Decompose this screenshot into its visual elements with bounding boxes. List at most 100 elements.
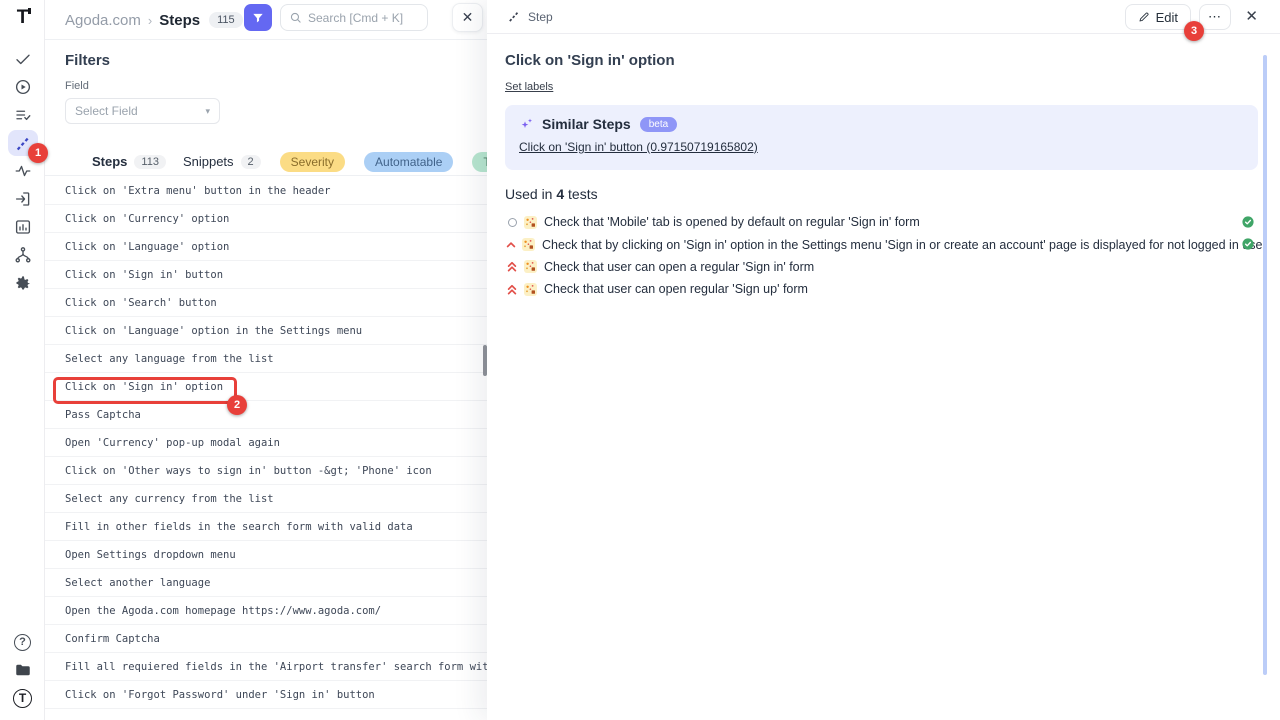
used-in-count: 4 <box>556 186 564 202</box>
step-list-item[interactable]: Select any currency from the list <box>45 485 487 513</box>
tab-snippets-count-badge: 2 <box>241 155 261 169</box>
similar-step-link[interactable]: Click on 'Sign in' button (0.97150719165… <box>519 140 758 154</box>
field-select-dropdown[interactable]: Select Field ▾ <box>65 98 220 124</box>
filter-button[interactable] <box>244 4 272 31</box>
activity-pulse-icon <box>14 162 32 180</box>
used-in-suffix: tests <box>568 186 598 202</box>
step-list-item[interactable]: Click on 'Forgot Password' under 'Sign i… <box>45 681 487 709</box>
beta-badge: beta <box>640 117 677 132</box>
breadcrumb: Agoda.com › Steps 115 <box>65 0 243 40</box>
test-list-item[interactable]: Check that user can open a regular 'Sign… <box>505 256 1258 278</box>
import-icon <box>14 190 32 208</box>
tab-steps[interactable]: Steps <box>92 154 127 169</box>
step-detail-panel: Step Edit ⋯ ✕ Click on 'Sign in' option … <box>487 0 1280 720</box>
step-list-item[interactable]: Click on 'Search' button <box>45 289 487 317</box>
filters-title: Filters <box>65 52 487 69</box>
step-list-item[interactable]: Click on 'Extra menu' button in the head… <box>45 177 487 205</box>
step-list-item[interactable]: Open Settings dropdown menu <box>45 541 487 569</box>
toolbar: Agoda.com › Steps 115 ✕ <box>45 0 487 40</box>
funnel-icon <box>251 11 265 25</box>
step-list-item[interactable]: Fill in other fields in the search form … <box>45 513 487 541</box>
search-icon <box>289 11 302 24</box>
steps-list: Click on 'Extra menu' button in the head… <box>45 177 487 720</box>
test-title: Check that by clicking on 'Sign in' opti… <box>542 238 1267 252</box>
filters-section: Filters Field Select Field ▾ <box>45 40 487 124</box>
list-check-icon <box>14 106 32 124</box>
test-title: Check that user can open regular 'Sign u… <box>544 282 808 296</box>
annotation-badge-3: 3 <box>1184 21 1204 41</box>
panel-body: Click on 'Sign in' option Set labels Sim… <box>487 34 1280 301</box>
sidebar-item-settings[interactable] <box>0 269 45 297</box>
edit-button-label: Edit <box>1156 10 1178 25</box>
step-list-item[interactable]: Click on 'Other ways to sign in' button … <box>45 457 487 485</box>
field-select-value: Select Field <box>75 104 138 118</box>
passed-status-icon <box>1242 238 1254 250</box>
step-list-item[interactable]: Click on 'Sign in' option <box>45 373 487 401</box>
step-title: Click on 'Sign in' option <box>505 52 1258 69</box>
step-list-item[interactable]: Pass Captcha <box>45 401 487 429</box>
help-icon: ? <box>14 634 31 651</box>
sidebar-item-reports[interactable] <box>0 213 45 241</box>
steps-browser-panel: Agoda.com › Steps 115 ✕ Filters Field Se… <box>45 0 487 720</box>
filter-pill[interactable]: Automatable <box>364 152 453 172</box>
step-list-item[interactable]: Click on 'Currency' option <box>45 205 487 233</box>
fireworks-emoji-icon <box>524 283 537 296</box>
step-list-item[interactable]: Click on 'Sign in' button <box>45 261 487 289</box>
steps-icon <box>507 10 520 23</box>
set-labels-link[interactable]: Set labels <box>505 81 553 93</box>
app-logo[interactable]: T <box>0 4 45 32</box>
used-in-heading: Used in 4 tests <box>505 186 1258 202</box>
panel-scrollbar[interactable] <box>1263 55 1267 675</box>
chevron-down-icon: ▾ <box>205 106 210 117</box>
sidebar-item-runs[interactable] <box>0 73 45 101</box>
similar-steps-title: Similar Steps <box>542 116 631 132</box>
annotation-badge-1: 1 <box>28 143 48 163</box>
more-actions-button[interactable]: ⋯ <box>1199 4 1231 30</box>
panel-header: Step Edit ⋯ ✕ <box>487 0 1280 34</box>
test-list-item[interactable]: Check that user can open regular 'Sign u… <box>505 278 1258 300</box>
sparkles-icon <box>519 116 535 132</box>
step-list-item[interactable]: Select any language from the list <box>45 345 487 373</box>
bar-chart-icon <box>14 218 32 236</box>
testomat-logo-icon: T <box>17 7 29 29</box>
search-input[interactable] <box>308 11 418 25</box>
step-list-item[interactable]: Confirm Captcha <box>45 625 487 653</box>
breadcrumb-page: Steps <box>159 12 200 29</box>
priority-high-icon <box>505 239 517 251</box>
breadcrumb-project[interactable]: Agoda.com <box>65 12 141 29</box>
folder-icon <box>14 661 32 679</box>
check-icon <box>14 50 32 68</box>
edit-button[interactable]: Edit <box>1125 4 1191 30</box>
fireworks-emoji-icon <box>524 260 537 273</box>
test-list-item[interactable]: Check that 'Mobile' tab is opened by def… <box>505 211 1258 233</box>
step-list-item[interactable]: Click on 'Language' option in the Settin… <box>45 317 487 345</box>
close-filters-button[interactable]: ✕ <box>452 3 483 32</box>
filter-pill[interactable]: Severity <box>280 152 345 172</box>
used-in-prefix: Used in <box>505 186 552 202</box>
similar-steps-box: Similar Steps beta Click on 'Sign in' bu… <box>505 105 1258 170</box>
test-title: Check that user can open a regular 'Sign… <box>544 260 814 274</box>
pencil-icon <box>1138 11 1150 23</box>
step-list-item[interactable]: Select another language <box>45 569 487 597</box>
search-box[interactable] <box>280 4 428 31</box>
step-list-item[interactable]: Click on 'Language' option <box>45 233 487 261</box>
sidebar-item-plans[interactable] <box>0 101 45 129</box>
play-circle-icon <box>14 78 32 96</box>
test-list-item[interactable]: Check that by clicking on 'Sign in' opti… <box>505 233 1258 255</box>
sidebar-item-import[interactable] <box>0 185 45 213</box>
list-tabs-row: Steps 113 Snippets 2 SeverityAutomatable… <box>45 148 505 176</box>
step-list-item[interactable]: Open 'Currency' pop-up modal again <box>45 429 487 457</box>
tab-snippets[interactable]: Snippets <box>183 154 234 169</box>
panel-close-button[interactable]: ✕ <box>1245 9 1258 24</box>
panel-type-label: Step <box>528 10 553 24</box>
sidebar-item-help[interactable]: ? <box>0 628 45 656</box>
step-list-item[interactable]: Fill all requiered fields in the 'Airpor… <box>45 653 487 681</box>
fireworks-emoji-icon <box>522 238 535 251</box>
sidebar-item-projects[interactable] <box>0 656 45 684</box>
gear-icon <box>13 274 32 293</box>
sidebar-item-branches[interactable] <box>0 241 45 269</box>
sidebar-item-account[interactable]: T <box>0 684 45 712</box>
account-avatar: T <box>13 689 32 708</box>
sidebar-item-checks[interactable] <box>0 45 45 73</box>
step-list-item[interactable]: Open the Agoda.com homepage https://www.… <box>45 597 487 625</box>
